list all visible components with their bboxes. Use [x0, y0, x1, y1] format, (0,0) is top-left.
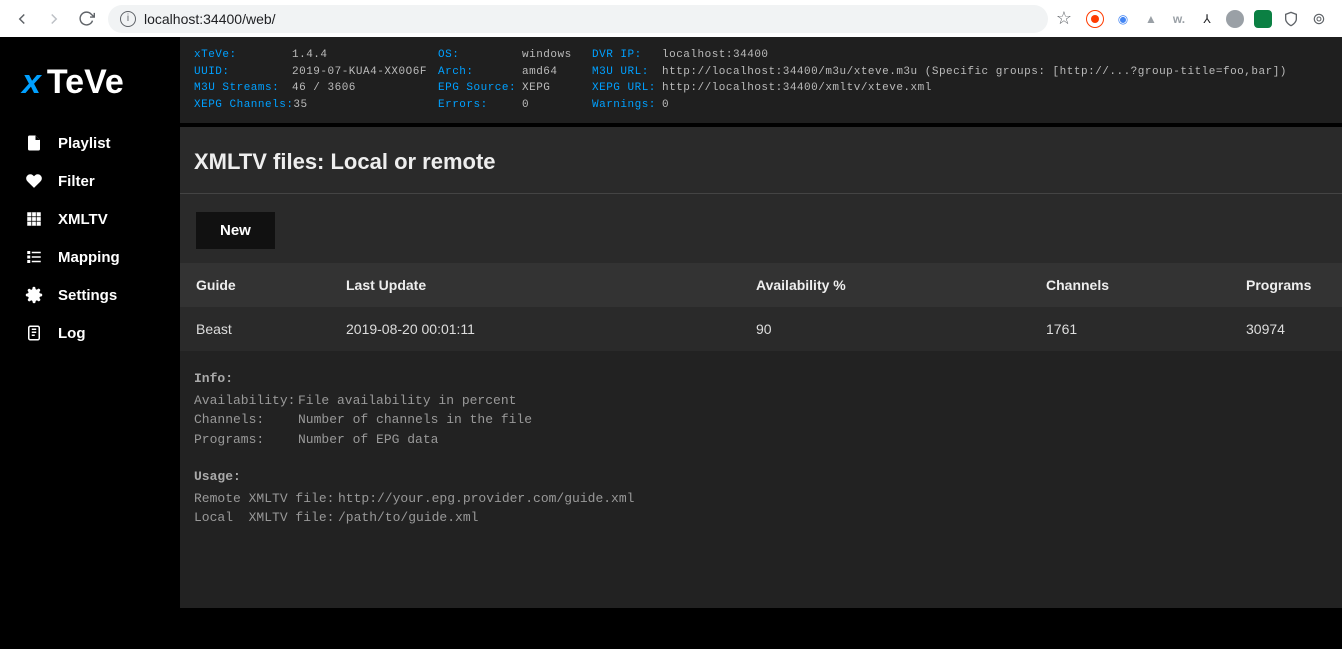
info-val: Number of channels in the file: [298, 410, 532, 430]
status-val: 1.4.4: [292, 47, 422, 64]
ext-icon-6[interactable]: [1226, 10, 1244, 28]
status-val: localhost:34400: [662, 47, 792, 64]
gear-icon: [24, 286, 44, 304]
cell-last-update: 2019-08-20 00:01:11: [330, 307, 740, 351]
status-key: EPG Source:: [438, 80, 522, 97]
sidebar-item-label: XMLTV: [58, 211, 108, 228]
bookmark-star-icon[interactable]: ☆: [1056, 8, 1072, 29]
file-icon: [24, 134, 44, 152]
ext-icon-5[interactable]: ⅄: [1198, 10, 1216, 28]
cell-guide: Beast: [180, 307, 330, 351]
page-title: XMLTV files: Local or remote: [180, 127, 1342, 194]
ext-icon-3[interactable]: ▲: [1142, 10, 1160, 28]
logo-x: x: [22, 63, 41, 102]
sidebar-item-xmltv[interactable]: XMLTV: [0, 200, 180, 238]
sidebar-item-log[interactable]: Log: [0, 314, 180, 352]
status-key: XEPG Channels:: [194, 97, 293, 114]
ext-icon-2[interactable]: ◉: [1114, 10, 1132, 28]
th-programs: Programs: [1230, 263, 1342, 307]
logo-teve: TeVe: [47, 63, 124, 102]
new-button[interactable]: New: [196, 212, 275, 249]
ext-icon-4[interactable]: w.: [1170, 10, 1188, 28]
sidebar-item-playlist[interactable]: Playlist: [0, 124, 180, 162]
sidebar-item-label: Log: [58, 325, 86, 342]
site-info-icon[interactable]: i: [120, 11, 136, 27]
status-key: Errors:: [438, 97, 522, 114]
info-key: Availability:: [194, 391, 298, 411]
status-val: 0: [522, 97, 578, 114]
status-val: 2019-07-KUA4-XX0O6F: [292, 64, 427, 81]
status-val: amd64: [522, 64, 578, 81]
usage-key: Remote XMLTV file:: [194, 489, 338, 509]
heart-icon: [24, 172, 44, 190]
status-val: http://localhost:34400/m3u/xteve.m3u (Sp…: [662, 64, 1287, 81]
status-key: xTeVe:: [194, 47, 292, 64]
status-key: M3U URL:: [592, 64, 662, 81]
sidebar-item-filter[interactable]: Filter: [0, 162, 180, 200]
sidebar-item-mapping[interactable]: Mapping: [0, 238, 180, 276]
app-logo: xTeVe: [0, 55, 180, 124]
usage-key: Local XMLTV file:: [194, 508, 338, 528]
browser-toolbar: i localhost:34400/web/ ☆ ◉ ▲ w. ⅄ ⊚: [0, 0, 1342, 37]
sidebar-item-label: Settings: [58, 287, 117, 304]
table-row[interactable]: Beast 2019-08-20 00:01:11 90 1761 30974: [180, 307, 1342, 351]
status-key: Arch:: [438, 64, 522, 81]
ext-icon-7[interactable]: [1254, 10, 1272, 28]
status-val: 0: [662, 97, 792, 114]
status-key: UUID:: [194, 64, 292, 81]
status-val: 46 / 3606: [292, 80, 422, 97]
info-heading: Info:: [194, 369, 1328, 389]
ext-icon-9[interactable]: ⊚: [1310, 10, 1328, 28]
th-channels: Channels: [1030, 263, 1230, 307]
status-key: DVR IP:: [592, 47, 662, 64]
status-val: windows: [522, 47, 578, 64]
status-val: XEPG: [522, 80, 578, 97]
info-block: Info: Availability:File availability in …: [180, 351, 1342, 608]
cell-availability: 90: [740, 307, 1030, 351]
clipboard-icon: [24, 324, 44, 342]
usage-val: http://your.epg.provider.com/guide.xml: [338, 489, 634, 509]
info-key: Programs:: [194, 430, 298, 450]
reload-button[interactable]: [72, 5, 100, 33]
sidebar-item-settings[interactable]: Settings: [0, 276, 180, 314]
sidebar: xTeVe Playlist Filter XMLTV Mapping Sett…: [0, 37, 180, 649]
forward-button[interactable]: [40, 5, 68, 33]
th-guide: Guide: [180, 263, 330, 307]
status-val: 35: [293, 97, 423, 114]
status-key: M3U Streams:: [194, 80, 292, 97]
status-bar: xTeVe:1.4.4 OS:windows DVR IP:localhost:…: [180, 37, 1342, 127]
th-last-update: Last Update: [330, 263, 740, 307]
status-key: Warnings:: [592, 97, 662, 114]
status-val: http://localhost:34400/xmltv/xteve.xml: [662, 80, 932, 97]
status-key: OS:: [438, 47, 522, 64]
info-val: Number of EPG data: [298, 430, 438, 450]
back-button[interactable]: [8, 5, 36, 33]
url-bar[interactable]: i localhost:34400/web/: [108, 5, 1048, 33]
info-val: File availability in percent: [298, 391, 516, 411]
cell-programs: 30974: [1230, 307, 1342, 351]
usage-heading: Usage:: [194, 467, 1328, 487]
url-text: localhost:34400/web/: [144, 11, 276, 27]
sidebar-item-label: Mapping: [58, 249, 120, 266]
grid-icon: [24, 210, 44, 228]
extension-icons: ◉ ▲ w. ⅄ ⊚: [1080, 10, 1334, 28]
info-key: Channels:: [194, 410, 298, 430]
ext-icon-1[interactable]: [1086, 10, 1104, 28]
sidebar-item-label: Playlist: [58, 135, 111, 152]
usage-val: /path/to/guide.xml: [338, 508, 478, 528]
xmltv-table: Guide Last Update Availability % Channel…: [180, 263, 1342, 351]
main-content: xTeVe:1.4.4 OS:windows DVR IP:localhost:…: [180, 37, 1342, 649]
list-icon: [24, 248, 44, 266]
status-key: XEPG URL:: [592, 80, 662, 97]
sidebar-item-label: Filter: [58, 173, 95, 190]
th-availability: Availability %: [740, 263, 1030, 307]
cell-channels: 1761: [1030, 307, 1230, 351]
ext-icon-8[interactable]: [1282, 10, 1300, 28]
